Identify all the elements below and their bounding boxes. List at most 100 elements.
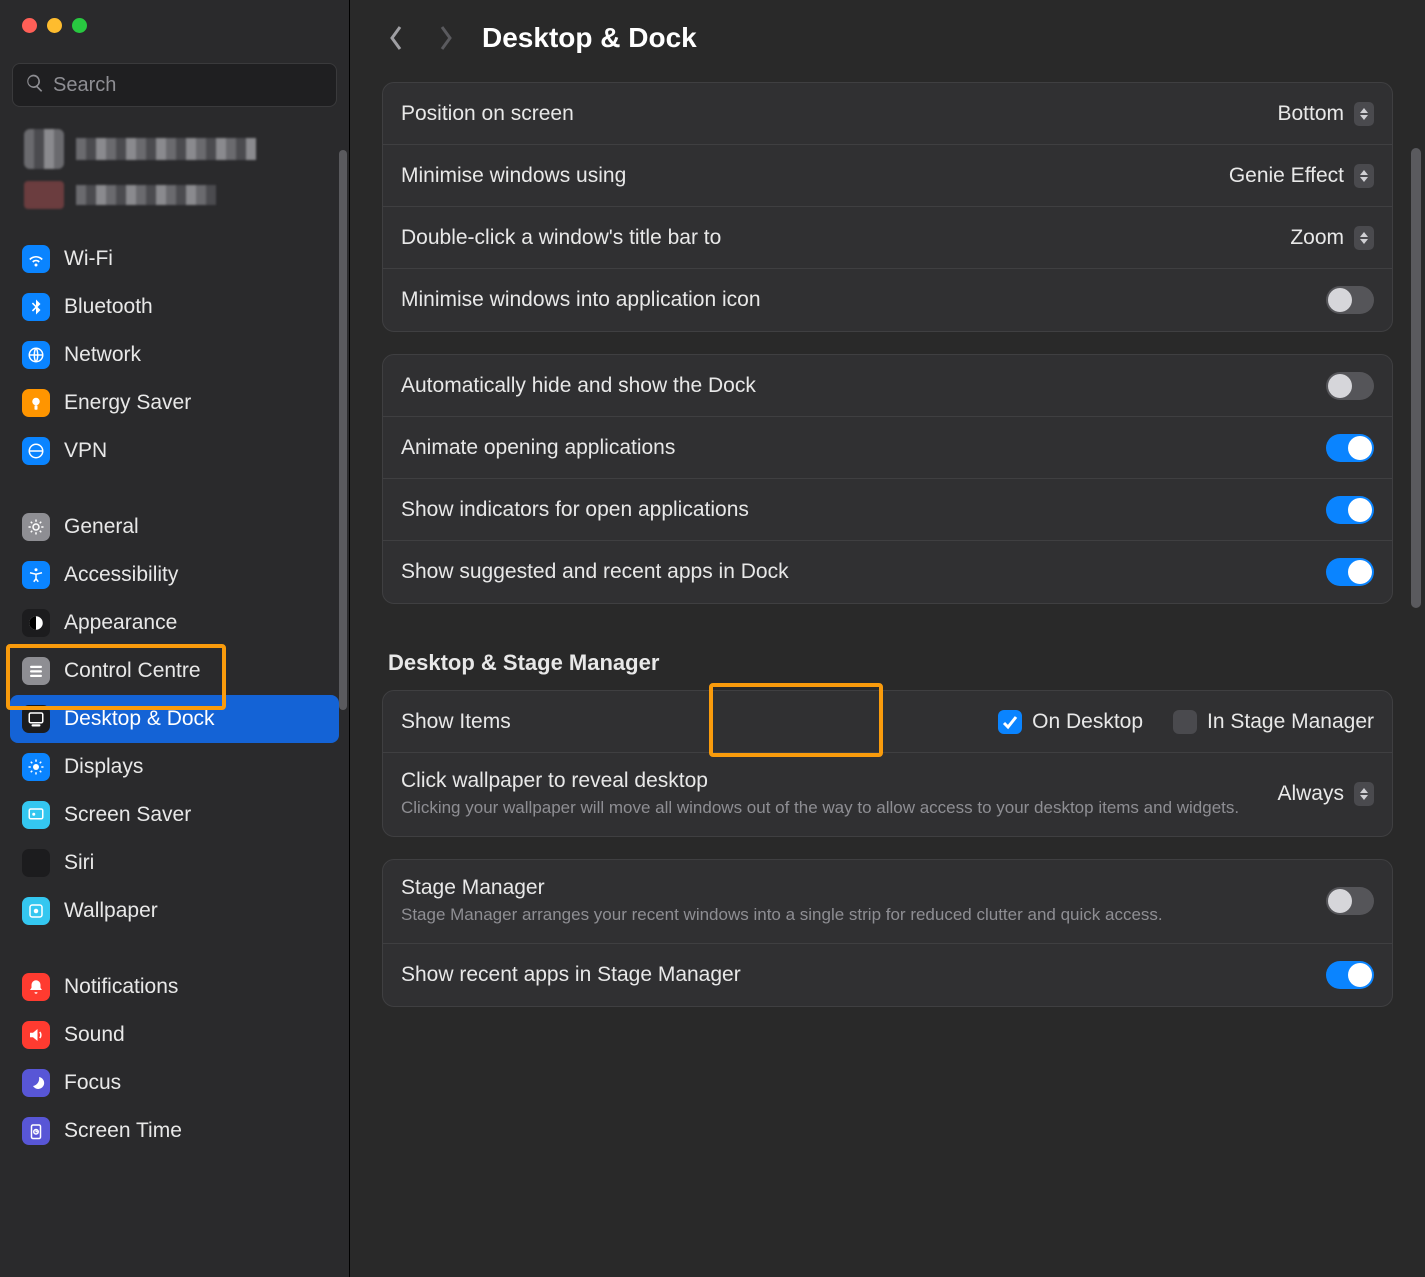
select-doubleclick[interactable]: Zoom xyxy=(1290,226,1374,250)
sidebar-item-label: Notifications xyxy=(64,975,178,999)
sidebar-item-control[interactable]: Control Centre xyxy=(10,647,339,695)
appearance-icon xyxy=(22,609,50,637)
sidebar-item-label: Wi-Fi xyxy=(64,247,113,271)
search-field[interactable] xyxy=(12,63,337,107)
sidebar-item-label: Displays xyxy=(64,755,143,779)
sidebar-item-label: Screen Saver xyxy=(64,803,191,827)
toggle-autohide[interactable] xyxy=(1326,372,1374,400)
label-position: Position on screen xyxy=(401,102,1261,126)
account-section[interactable] xyxy=(0,121,349,231)
row-minimise-using: Minimise windows using Genie Effect xyxy=(383,145,1392,207)
select-minimise-using[interactable]: Genie Effect xyxy=(1229,164,1374,188)
sound-icon xyxy=(22,1021,50,1049)
sub-stage-manager: Stage Manager arranges your recent windo… xyxy=(401,904,1310,927)
toggle-recent-dock[interactable] xyxy=(1326,558,1374,586)
sidebar-item-accessibility[interactable]: Accessibility xyxy=(10,551,339,599)
select-position[interactable]: Bottom xyxy=(1277,102,1374,126)
sidebar-item-label: Appearance xyxy=(64,611,177,635)
group-stage-manager: Stage Manager Stage Manager arranges you… xyxy=(382,859,1393,1007)
label-animate: Animate opening applications xyxy=(401,436,1310,460)
value-position: Bottom xyxy=(1277,102,1344,126)
sidebar-item-siri[interactable]: Siri xyxy=(10,839,339,887)
network-icon xyxy=(22,341,50,369)
control-icon xyxy=(22,657,50,685)
label-on-desktop: On Desktop xyxy=(1032,710,1143,734)
wallpaper-icon xyxy=(22,897,50,925)
sidebar-item-bluetooth[interactable]: Bluetooth xyxy=(10,283,339,331)
row-recent-sm: Show recent apps in Stage Manager xyxy=(383,944,1392,1006)
sidebar-item-displays[interactable]: Displays xyxy=(10,743,339,791)
stepper-icon xyxy=(1354,226,1374,250)
sidebar-item-screentime[interactable]: Screen Time xyxy=(10,1107,339,1155)
sidebar-item-label: Control Centre xyxy=(64,659,201,683)
row-position: Position on screen Bottom xyxy=(383,83,1392,145)
sidebar-item-appearance[interactable]: Appearance xyxy=(10,599,339,647)
nav-back-button[interactable] xyxy=(382,24,410,52)
row-autohide: Automatically hide and show the Dock xyxy=(383,355,1392,417)
sidebar-item-label: Accessibility xyxy=(64,563,178,587)
row-animate: Animate opening applications xyxy=(383,417,1392,479)
label-autohide: Automatically hide and show the Dock xyxy=(401,374,1310,398)
toggle-min-into-app[interactable] xyxy=(1326,286,1374,314)
sidebar-item-screensaver[interactable]: Screen Saver xyxy=(10,791,339,839)
screensaver-icon xyxy=(22,801,50,829)
siri-icon xyxy=(22,849,50,877)
search-input[interactable] xyxy=(53,74,324,97)
group-stage-manager-items: Show Items On Desktop In Stage Manager xyxy=(382,690,1393,837)
minimize-window-button[interactable] xyxy=(47,18,62,33)
sidebar-item-notifications[interactable]: Notifications xyxy=(10,963,339,1011)
toggle-stage-manager[interactable] xyxy=(1326,887,1374,915)
stepper-icon xyxy=(1354,164,1374,188)
label-recent-dock: Show suggested and recent apps in Dock xyxy=(401,560,1310,584)
sidebar-item-focus[interactable]: Focus xyxy=(10,1059,339,1107)
value-doubleclick: Zoom xyxy=(1290,226,1344,250)
desktop-icon xyxy=(22,705,50,733)
label-indicators: Show indicators for open applications xyxy=(401,498,1310,522)
sidebar-item-vpn[interactable]: VPN xyxy=(10,427,339,475)
bluetooth-icon xyxy=(22,293,50,321)
row-stage-manager: Stage Manager Stage Manager arranges you… xyxy=(383,860,1392,944)
search-icon xyxy=(25,73,53,98)
row-doubleclick: Double-click a window's title bar to Zoo… xyxy=(383,207,1392,269)
row-min-into-app: Minimise windows into application icon xyxy=(383,269,1392,331)
label-show-items: Show Items xyxy=(401,710,982,734)
select-click-wallpaper[interactable]: Always xyxy=(1277,782,1374,806)
close-window-button[interactable] xyxy=(22,18,37,33)
avatar xyxy=(24,129,64,169)
checkbox-icon xyxy=(998,710,1022,734)
nav-forward-button[interactable] xyxy=(432,24,460,52)
general-icon xyxy=(22,513,50,541)
label-min-into-app: Minimise windows into application icon xyxy=(401,288,1310,312)
checkbox-in-stage-manager[interactable]: In Stage Manager xyxy=(1173,710,1374,734)
group-dock-behaviour: Automatically hide and show the Dock Ani… xyxy=(382,354,1393,604)
sidebar-item-desktop[interactable]: Desktop & Dock xyxy=(10,695,339,743)
main-scrollbar[interactable] xyxy=(1411,148,1421,608)
checkbox-on-desktop[interactable]: On Desktop xyxy=(998,710,1143,734)
label-click-wallpaper: Click wallpaper to reveal desktop xyxy=(401,769,1261,793)
toggle-indicators[interactable] xyxy=(1326,496,1374,524)
sidebar-item-network[interactable]: Network xyxy=(10,331,339,379)
row-show-items: Show Items On Desktop In Stage Manager xyxy=(383,691,1392,753)
label-recent-sm: Show recent apps in Stage Manager xyxy=(401,963,1310,987)
sidebar-item-wallpaper[interactable]: Wallpaper xyxy=(10,887,339,935)
vpn-icon xyxy=(22,437,50,465)
content-area: Position on screen Bottom Minimise windo… xyxy=(350,82,1425,1277)
account-name-redacted xyxy=(76,138,256,160)
sidebar-item-label: General xyxy=(64,515,139,539)
row-click-wallpaper: Click wallpaper to reveal desktop Clicki… xyxy=(383,753,1392,836)
sidebar-list: Wi-Fi BluetoothNetwork Energy Saver VPN Gene… xyxy=(0,231,349,1277)
toggle-animate[interactable] xyxy=(1326,434,1374,462)
wifi-icon xyxy=(22,245,50,273)
sidebar-item-general[interactable]: General xyxy=(10,503,339,551)
sidebar-scrollbar[interactable] xyxy=(339,150,347,710)
sidebar-item-wifi[interactable]: Wi-Fi xyxy=(10,235,339,283)
sidebar-item-energy[interactable]: Energy Saver xyxy=(10,379,339,427)
sidebar-item-label: Sound xyxy=(64,1023,125,1047)
sidebar-item-label: Siri xyxy=(64,851,94,875)
sidebar-item-sound[interactable]: Sound xyxy=(10,1011,339,1059)
group-dock-basics: Position on screen Bottom Minimise windo… xyxy=(382,82,1393,332)
zoom-window-button[interactable] xyxy=(72,18,87,33)
sidebar-item-label: Energy Saver xyxy=(64,391,191,415)
toggle-recent-sm[interactable] xyxy=(1326,961,1374,989)
header: Desktop & Dock xyxy=(350,0,1425,82)
